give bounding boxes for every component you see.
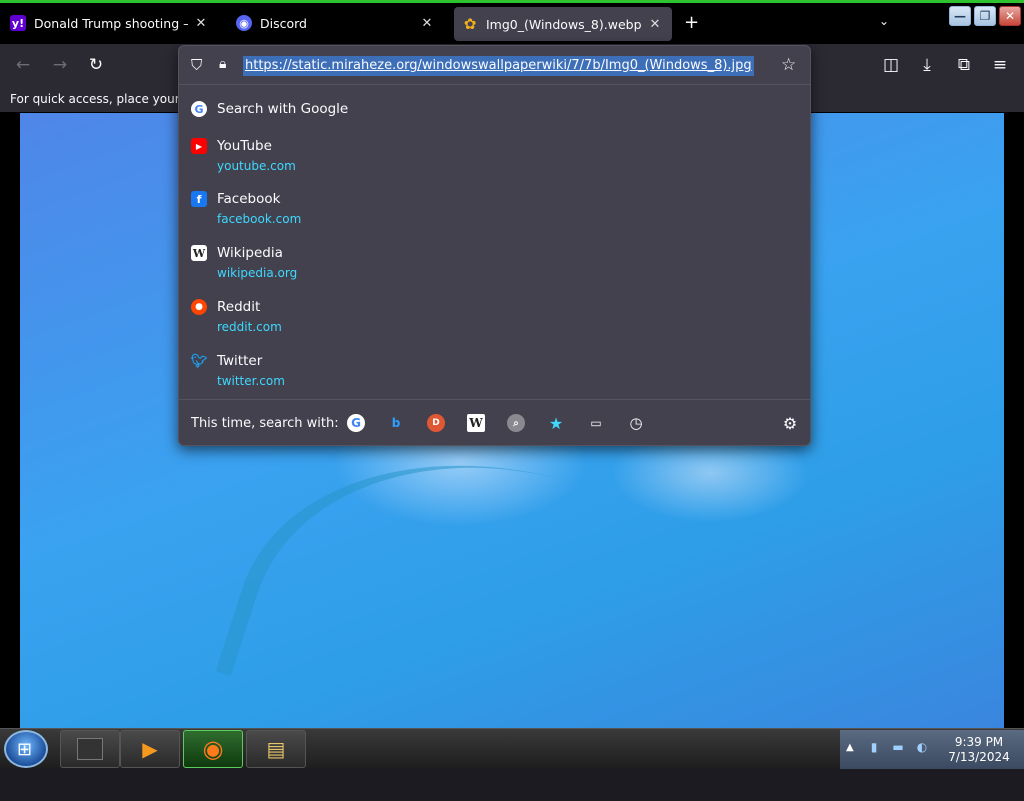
google-engine-icon[interactable]: G: [347, 414, 365, 432]
list-all-tabs-chevron-icon[interactable]: ⌄: [879, 14, 889, 28]
twitter-icon: 🐦︎: [190, 353, 208, 369]
tabs-icon[interactable]: ▭: [587, 414, 605, 432]
downloads-icon[interactable]: ⤓: [916, 54, 938, 76]
suggestion-url: twitter.com: [217, 374, 285, 388]
tab-wallpaper-image[interactable]: ✿ Img0_(Windows_8).webp (WEB ✕: [454, 7, 672, 41]
suggestion-url: wikipedia.org: [217, 266, 298, 280]
extensions-icon[interactable]: ⧉: [953, 54, 975, 76]
history-clock-icon[interactable]: ◷: [627, 414, 645, 432]
media-player-icon: ▶: [142, 737, 158, 761]
flower-icon: ✿: [463, 15, 477, 33]
wikipedia-icon: W: [191, 245, 207, 261]
magnifier-engine-icon[interactable]: ⌕: [507, 414, 525, 432]
windows-taskbar: ⊞ ▶ ◉ ▤ ▲ ▮ ▬ ◐ 9:39 PM 7/13/2024: [0, 728, 1024, 769]
pocket-icon[interactable]: ◫: [880, 54, 902, 76]
reload-icon[interactable]: ↻: [85, 54, 107, 76]
display-icon[interactable]: ▬: [890, 740, 906, 756]
suggestion-title: Twitter: [217, 353, 263, 369]
facebook-icon: f: [191, 191, 207, 207]
lock-icon[interactable]: 🔒︎: [219, 56, 226, 72]
suggestion-twitter[interactable]: 🐦︎ Twitter twitter.com: [179, 353, 810, 405]
window-restore-button[interactable]: ❐: [974, 6, 996, 26]
taskbar-app-cmd[interactable]: [60, 730, 120, 768]
duckduckgo-engine-icon[interactable]: D: [427, 414, 445, 432]
cmd-icon: [77, 738, 103, 760]
search-with-label: This time, search with:: [191, 416, 339, 431]
tracking-protection-shield-icon[interactable]: ⛉: [191, 56, 202, 74]
suggestion-url: youtube.com: [217, 159, 296, 173]
show-hidden-icons-arrow-icon[interactable]: ▲: [846, 742, 854, 753]
suggestion-title: Facebook: [217, 191, 281, 207]
firefox-icon: ◉: [202, 735, 224, 763]
network-icon[interactable]: ▮: [866, 740, 882, 756]
tab-close-icon[interactable]: ✕: [418, 16, 436, 31]
taskbar-app-media-player[interactable]: ▶: [120, 730, 180, 768]
windows-logo-icon: ⊞: [17, 739, 33, 760]
window-minimize-button[interactable]: —: [949, 6, 971, 26]
taskbar-app-firefox[interactable]: ◉: [183, 730, 243, 768]
new-tab-button[interactable]: +: [684, 12, 699, 33]
suggestion-url: reddit.com: [217, 320, 282, 334]
bing-engine-icon[interactable]: b: [387, 414, 405, 432]
suggestion-title: YouTube: [217, 138, 272, 154]
url-input[interactable]: https://static.miraheze.org/windowswallp…: [243, 56, 754, 76]
bookmark-star-icon[interactable]: ☆: [781, 55, 796, 75]
hamburger-menu-icon[interactable]: ≡: [989, 54, 1011, 76]
address-bar-dropdown: ⛉ 🔒︎ https://static.miraheze.org/windows…: [178, 45, 811, 446]
tab-close-icon[interactable]: ✕: [192, 16, 210, 31]
suggestion-wikipedia[interactable]: W Wikipedia wikipedia.org: [179, 245, 810, 297]
system-tray: ▲ ▮ ▬ ◐ 9:39 PM 7/13/2024: [840, 730, 1024, 769]
clock-time: 9:39 PM: [954, 735, 1004, 749]
tab-title: Donald Trump shooting – every: [34, 15, 188, 31]
suggestion-title: Wikipedia: [217, 245, 283, 261]
search-settings-gear-icon[interactable]: ⚙: [781, 414, 799, 433]
taskbar-app-explorer[interactable]: ▤: [246, 730, 306, 768]
suggestion-youtube[interactable]: ▶ YouTube youtube.com: [179, 138, 810, 190]
suggestion-title: Reddit: [217, 299, 261, 315]
clock[interactable]: 9:39 PM 7/13/2024: [940, 735, 1018, 765]
suggestion-url: facebook.com: [217, 212, 302, 226]
tab-yahoo-news[interactable]: y! Donald Trump shooting – every ✕: [2, 6, 218, 40]
volume-icon[interactable]: ◐: [914, 740, 930, 756]
discord-icon: ◉: [236, 15, 252, 31]
tab-title: Img0_(Windows_8).webp (WEB: [486, 16, 642, 32]
reddit-icon: ●: [191, 299, 207, 315]
tab-strip: y! Donald Trump shooting – every ✕ ◉ Dis…: [0, 0, 1024, 44]
suggestion-facebook[interactable]: f Facebook facebook.com: [179, 191, 810, 243]
one-off-search-engines: This time, search with: G b D W ⌕ ★ ▭ ◷ …: [179, 399, 810, 445]
wikipedia-engine-icon[interactable]: W: [467, 414, 485, 432]
suggestion-reddit[interactable]: ● Reddit reddit.com: [179, 299, 810, 351]
tab-discord[interactable]: ◉ Discord ✕: [228, 6, 444, 40]
clock-date: 7/13/2024: [948, 750, 1010, 764]
tab-close-icon[interactable]: ✕: [646, 17, 664, 32]
start-button[interactable]: ⊞: [4, 730, 48, 768]
google-icon: G: [191, 101, 207, 117]
back-arrow-icon[interactable]: ←: [12, 54, 34, 76]
suggestion-title: Search with Google: [217, 101, 349, 117]
tab-title: Discord: [260, 15, 307, 31]
folder-icon: ▤: [266, 737, 286, 761]
yahoo-icon: y!: [10, 15, 26, 31]
forward-arrow-icon[interactable]: →: [49, 54, 71, 76]
window-close-button[interactable]: ✕: [999, 6, 1021, 26]
youtube-icon: ▶: [191, 138, 207, 154]
bookmarks-star-icon[interactable]: ★: [547, 414, 565, 433]
address-bar: ⛉ 🔒︎ https://static.miraheze.org/windows…: [179, 46, 810, 85]
